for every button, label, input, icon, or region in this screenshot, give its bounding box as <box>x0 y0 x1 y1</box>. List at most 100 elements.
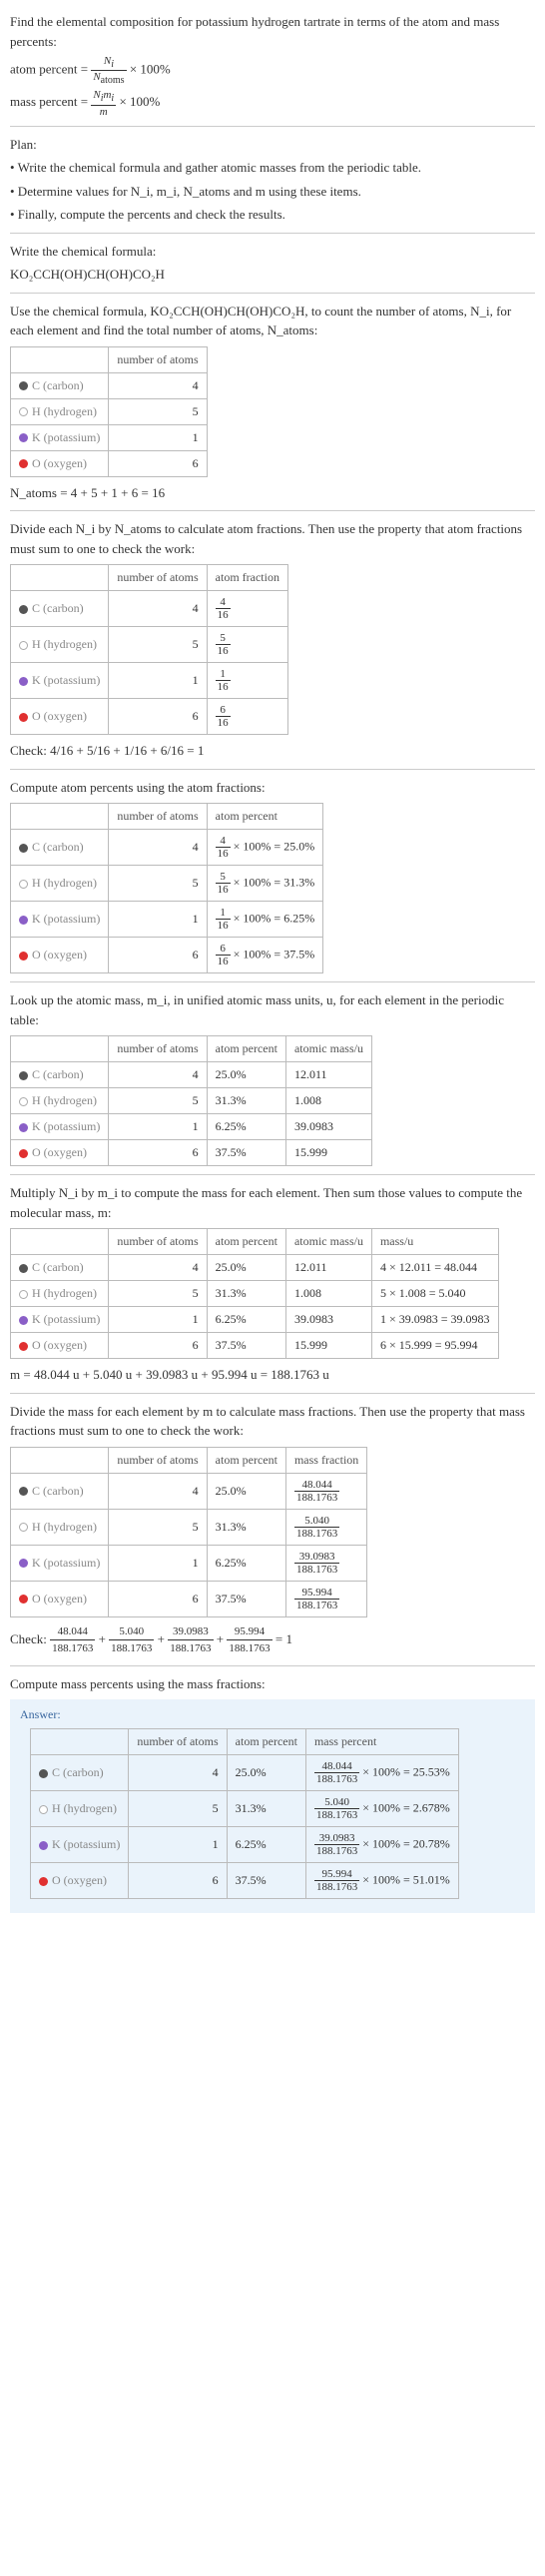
table-row: H (hydrogen)531.3%5.040188.1763 <box>11 1509 367 1545</box>
mass-percents-table: number of atoms atom percent mass percen… <box>30 1728 459 1899</box>
element-color-icon <box>19 1123 28 1132</box>
element-color-icon <box>39 1877 48 1886</box>
element-color-icon <box>19 713 28 722</box>
table-row: H (hydrogen)531.3%5.040188.1763 × 100% =… <box>31 1791 459 1827</box>
element-color-icon <box>39 1805 48 1814</box>
element-color-icon <box>19 459 28 468</box>
atomic-mass-table: number of atoms atom percent atomic mass… <box>10 1035 372 1166</box>
atom-fractions-table: number of atoms atom fraction C (carbon)… <box>10 564 288 735</box>
table-row: H (hydrogen)5 <box>11 398 208 424</box>
table-row: C (carbon)425.0%12.0114 × 12.011 = 48.04… <box>11 1255 499 1281</box>
element-color-icon <box>19 605 28 614</box>
mass-fractions-section: Divide the mass for each element by m to… <box>10 1402 535 1657</box>
table-row: C (carbon)4 <box>11 372 208 398</box>
mass-fractions-table: number of atoms atom percent mass fracti… <box>10 1447 367 1617</box>
element-color-icon <box>19 407 28 416</box>
table-row: C (carbon)4416 × 100% = 25.0% <box>11 830 323 866</box>
table-row: K (potassium)16.25%39.0983 <box>11 1114 372 1140</box>
divider <box>10 1665 535 1666</box>
mass-percent-equation: mass percent = Nimi m × 100% <box>10 89 535 117</box>
table-row: K (potassium)16.25%39.09831 × 39.0983 = … <box>11 1307 499 1333</box>
element-color-icon <box>19 1487 28 1496</box>
divider <box>10 510 535 511</box>
intro-section: Find the elemental composition for potas… <box>10 12 535 118</box>
table-header-row: number of atoms atom percent mass percen… <box>31 1729 459 1755</box>
molecular-mass-table: number of atoms atom percent atomic mass… <box>10 1228 499 1359</box>
formula-text: KO₂CCH(OH)CH(OH)CO₂H <box>10 265 535 285</box>
table-row: O (oxygen)637.5%15.9996 × 15.999 = 95.99… <box>11 1333 499 1359</box>
fractions-intro: Divide each N_i by N_atoms to calculate … <box>10 519 535 558</box>
atom-percent-equation: atom percent = Ni Natoms × 100% <box>10 55 535 86</box>
count-sum: N_atoms = 4 + 5 + 1 + 6 = 16 <box>10 483 535 503</box>
mass-percents-intro: Compute mass percents using the mass fra… <box>10 1674 535 1694</box>
mass-fractions-intro: Divide the mass for each element by m to… <box>10 1402 535 1441</box>
table-row: C (carbon)425.0%48.044188.1763 × 100% = … <box>31 1755 459 1791</box>
table-row: H (hydrogen)531.3%1.0085 × 1.008 = 5.040 <box>11 1281 499 1307</box>
element-color-icon <box>19 1149 28 1158</box>
formula-section: Write the chemical formula: KO₂CCH(OH)CH… <box>10 242 535 285</box>
table-row: O (oxygen)6 <box>11 450 208 476</box>
element-color-icon <box>19 677 28 686</box>
atom-percents-table: number of atoms atom percent C (carbon)4… <box>10 803 323 973</box>
element-color-icon <box>19 1264 28 1273</box>
table-row: K (potassium)1 <box>11 424 208 450</box>
divider <box>10 126 535 127</box>
plan-section: Plan: • Write the chemical formula and g… <box>10 135 535 225</box>
molecular-mass-sum: m = 48.044 u + 5.040 u + 39.0983 u + 95.… <box>10 1365 535 1385</box>
element-color-icon <box>19 1342 28 1351</box>
molecular-mass-intro: Multiply N_i by m_i to compute the mass … <box>10 1183 535 1222</box>
table-row: H (hydrogen)5516 × 100% = 31.3% <box>11 866 323 902</box>
plan-bullet: • Determine values for N_i, m_i, N_atoms… <box>10 182 535 202</box>
answer-label: Answer: <box>20 1707 525 1722</box>
table-row: O (oxygen)637.5%95.994188.1763 <box>11 1581 367 1616</box>
atomic-mass-intro: Look up the atomic mass, m_i, in unified… <box>10 990 535 1029</box>
table-header-row: number of atoms atom percent atomic mass… <box>11 1036 372 1062</box>
fractions-check: Check: 4/16 + 5/16 + 1/16 + 6/16 = 1 <box>10 741 535 761</box>
divider <box>10 1393 535 1394</box>
table-row: O (oxygen)637.5%95.994188.1763 × 100% = … <box>31 1863 459 1899</box>
molecular-mass-section: Multiply N_i by m_i to compute the mass … <box>10 1183 535 1385</box>
atom-percents-intro: Compute atom percents using the atom fra… <box>10 778 535 798</box>
element-color-icon <box>19 1097 28 1106</box>
table-row: K (potassium)1116 <box>11 663 288 699</box>
table-row: O (oxygen)6616 <box>11 699 288 735</box>
table-row: H (hydrogen)5516 <box>11 627 288 663</box>
element-color-icon <box>19 1595 28 1604</box>
atom-percents-section: Compute atom percents using the atom fra… <box>10 778 535 974</box>
table-row: O (oxygen)6616 × 100% = 37.5% <box>11 938 323 973</box>
element-color-icon <box>19 880 28 889</box>
element-color-icon <box>39 1841 48 1850</box>
plan-bullet: • Finally, compute the percents and chec… <box>10 205 535 225</box>
table-header-row: number of atoms atom percent mass fracti… <box>11 1447 367 1473</box>
divider <box>10 981 535 982</box>
table-header-row: number of atoms atom fraction <box>11 565 288 591</box>
plan-title: Plan: <box>10 135 535 155</box>
table-row: C (carbon)4416 <box>11 591 288 627</box>
table-row: H (hydrogen)531.3%1.008 <box>11 1088 372 1114</box>
divider <box>10 769 535 770</box>
count-atoms-section: Use the chemical formula, KO₂CCH(OH)CH(O… <box>10 302 535 503</box>
mass-percents-section: Compute mass percents using the mass fra… <box>10 1674 535 1914</box>
formula-title: Write the chemical formula: <box>10 242 535 262</box>
intro-text: Find the elemental composition for potas… <box>10 12 535 51</box>
element-color-icon <box>19 641 28 650</box>
table-header-row: number of atoms <box>11 346 208 372</box>
table-header-row: number of atoms atom percent <box>11 804 323 830</box>
answer-box: Answer: number of atoms atom percent mas… <box>10 1699 535 1913</box>
element-color-icon <box>19 916 28 925</box>
element-color-icon <box>19 1290 28 1299</box>
element-color-icon <box>19 433 28 442</box>
table-row: C (carbon)425.0%48.044188.1763 <box>11 1473 367 1509</box>
divider <box>10 1174 535 1175</box>
divider <box>10 293 535 294</box>
table-row: K (potassium)16.25%39.0983188.1763 × 100… <box>31 1827 459 1863</box>
count-intro: Use the chemical formula, KO₂CCH(OH)CH(O… <box>10 302 535 340</box>
atomic-mass-section: Look up the atomic mass, m_i, in unified… <box>10 990 535 1166</box>
element-color-icon <box>39 1769 48 1778</box>
element-color-icon <box>19 1559 28 1568</box>
element-color-icon <box>19 381 28 390</box>
divider <box>10 233 535 234</box>
table-row: K (potassium)16.25%39.0983188.1763 <box>11 1545 367 1581</box>
mass-fractions-check: Check: 48.044188.1763 + 5.040188.1763 + … <box>10 1623 535 1657</box>
table-row: C (carbon)425.0%12.011 <box>11 1062 372 1088</box>
